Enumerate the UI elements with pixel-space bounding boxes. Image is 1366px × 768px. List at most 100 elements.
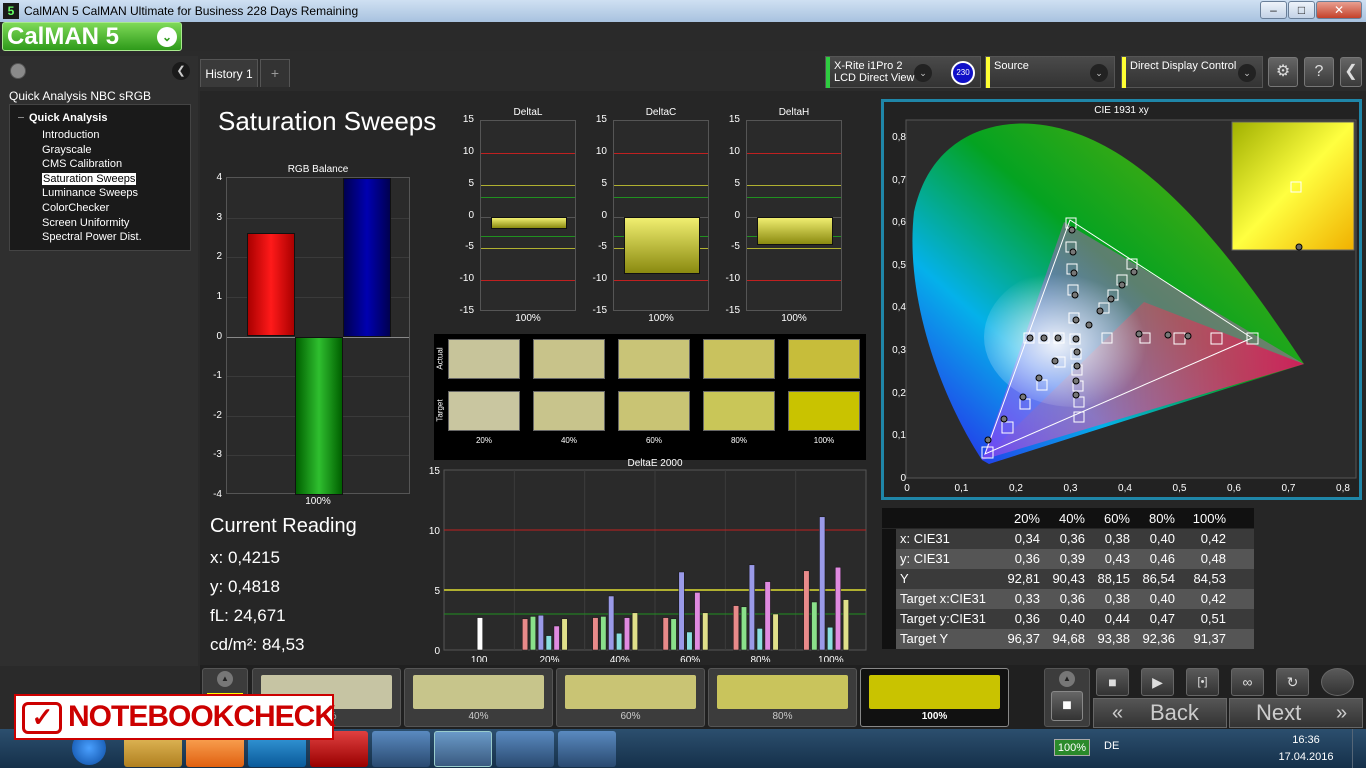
delta-tick-label: 5 xyxy=(468,177,474,189)
minimize-button[interactable]: – xyxy=(1260,1,1287,19)
delta-tick-label: -5 xyxy=(598,241,607,253)
cie-x-tick: 0,6 xyxy=(1227,483,1241,494)
row-label: Target y:CIE31 xyxy=(900,611,986,626)
source-selector[interactable]: Source ⌄ xyxy=(985,56,1115,88)
table-header: 60% xyxy=(1103,511,1130,526)
red-balance-bar xyxy=(247,233,295,337)
battery-indicator[interactable]: 100% xyxy=(1054,739,1090,756)
tree-root[interactable]: Quick Analysis xyxy=(29,112,107,124)
tree-item[interactable]: ColorChecker xyxy=(42,202,109,214)
collapse-right-button[interactable]: ❮ xyxy=(1340,57,1362,87)
rgb-balance-chart xyxy=(226,177,410,495)
cie-y-tick: 0,5 xyxy=(892,259,906,271)
actual-swatch xyxy=(448,339,520,379)
table-cell: 0,40 xyxy=(1059,611,1085,626)
swatch-level-label: 20% xyxy=(475,436,492,445)
cie-y-tick: 0 xyxy=(900,472,906,484)
bottom-swatch-button[interactable]: 80% xyxy=(708,668,857,727)
clock-date[interactable]: 17.04.2016 xyxy=(1276,751,1336,763)
cie-x-tick: 0,1 xyxy=(954,483,969,494)
calman-logo-menu[interactable]: CalMAN 5 ⌄ xyxy=(2,22,182,51)
deltae-bar xyxy=(764,581,771,651)
delta-chart xyxy=(480,120,576,311)
gear-icon: ⚙ xyxy=(1275,63,1291,80)
bottom-swatch-button[interactable]: 100% xyxy=(860,668,1009,727)
tree-item[interactable]: CMS Calibration xyxy=(42,158,122,170)
chevron-up-icon[interactable]: ▲ xyxy=(1059,671,1075,687)
actual-swatch xyxy=(788,339,860,379)
play-button[interactable]: ▶ xyxy=(1141,668,1174,696)
deltae-bar xyxy=(600,616,607,651)
clock-time[interactable]: 16:36 xyxy=(1276,734,1336,746)
show-desktop-button[interactable] xyxy=(1352,729,1366,768)
delta-tick-label: -15 xyxy=(725,305,740,316)
swatch-level-label: 60% xyxy=(645,436,662,445)
tree-item[interactable]: Screen Uniformity xyxy=(42,217,129,229)
target-swatch xyxy=(788,391,860,431)
table-cell: 0,42 xyxy=(1200,531,1226,546)
table-header: 40% xyxy=(1058,511,1085,526)
deltae-bar xyxy=(670,618,677,651)
target-swatch xyxy=(703,391,775,431)
delta-chart xyxy=(613,120,709,311)
stop-button[interactable]: ■ xyxy=(1051,691,1083,721)
bottom-swatch-button[interactable]: 40% xyxy=(404,668,553,727)
tree-item[interactable]: Introduction xyxy=(42,129,99,141)
display-selector[interactable]: Direct Display Control ⌄ xyxy=(1121,56,1263,88)
target-swatch xyxy=(448,391,520,431)
monitor-app-icon[interactable] xyxy=(496,731,554,767)
maximize-button[interactable]: □ xyxy=(1288,1,1315,19)
paint-icon[interactable] xyxy=(558,731,616,767)
rgb-tick-label: -1 xyxy=(213,370,222,382)
loop-button[interactable]: ∞ xyxy=(1231,668,1264,696)
close-button[interactable]: ✕ xyxy=(1316,1,1362,19)
tree-item[interactable]: Spectral Power Dist. xyxy=(42,231,142,243)
threshold-line xyxy=(747,280,841,282)
help-button[interactable]: ? xyxy=(1304,57,1334,87)
stop-measure-button[interactable]: ■ xyxy=(1096,668,1129,696)
tree-item[interactable]: Saturation Sweeps xyxy=(42,172,137,185)
loop-icon: ∞ xyxy=(1242,674,1253,690)
panel-collapse-icon[interactable]: ❮ xyxy=(172,62,190,80)
chevron-up-icon[interactable]: ▲ xyxy=(217,671,233,687)
tree-item[interactable]: Grayscale xyxy=(42,144,92,156)
back-button[interactable]: « Back xyxy=(1093,698,1227,728)
table-cell: 94,68 xyxy=(1052,631,1085,646)
chevron-down-icon: ⌄ xyxy=(157,27,177,47)
sync-button[interactable]: ↻ xyxy=(1276,668,1309,696)
meter-selector[interactable]: X-Rite i1Pro 2 LCD Direct View ⌄ 230 xyxy=(825,56,981,88)
record-indicator[interactable] xyxy=(1321,668,1354,696)
chevron-left-icon: ❮ xyxy=(1344,63,1358,80)
bottom-swatch-label: 80% xyxy=(772,711,793,722)
target-swatch xyxy=(618,391,690,431)
control-panel-icon[interactable] xyxy=(372,731,430,767)
deltae-bar xyxy=(545,635,552,651)
delta-bar xyxy=(491,216,567,230)
delta-tick-label: -15 xyxy=(459,305,474,316)
delta-bar xyxy=(757,216,833,246)
deltae-bar xyxy=(592,617,599,651)
delta-tick-label: -10 xyxy=(459,273,474,285)
deltae-x-tick: 100 xyxy=(471,655,488,662)
tree-item[interactable]: Luminance Sweeps xyxy=(42,187,138,199)
tab-history-1[interactable]: History 1 xyxy=(200,59,258,87)
table-header: 20% xyxy=(1013,511,1040,526)
settings-button[interactable]: ⚙ xyxy=(1268,57,1298,87)
add-tab-button[interactable]: + xyxy=(260,59,290,87)
delta-chart-xlabel: 100% xyxy=(515,313,541,324)
calman-taskbar-icon[interactable] xyxy=(434,731,492,767)
delta-chart-xlabel: 100% xyxy=(648,313,674,324)
step-button[interactable]: [•] xyxy=(1186,668,1219,696)
delta-bar xyxy=(624,216,700,274)
table-cell: 86,54 xyxy=(1142,571,1175,586)
language-indicator[interactable]: DE xyxy=(1104,740,1119,752)
bottom-swatch-button[interactable]: 60% xyxy=(556,668,705,727)
deltae-bar xyxy=(537,614,544,651)
cie-y-tick: 0,2 xyxy=(892,387,906,399)
bottom-swatch-label: 60% xyxy=(620,711,641,722)
panel-pin-icon[interactable] xyxy=(10,63,26,79)
delta-tick-label: 15 xyxy=(462,114,474,125)
row-label: x: CIE31 xyxy=(900,531,950,546)
next-button[interactable]: Next » xyxy=(1229,698,1363,728)
table-cell: 84,53 xyxy=(1193,571,1226,586)
